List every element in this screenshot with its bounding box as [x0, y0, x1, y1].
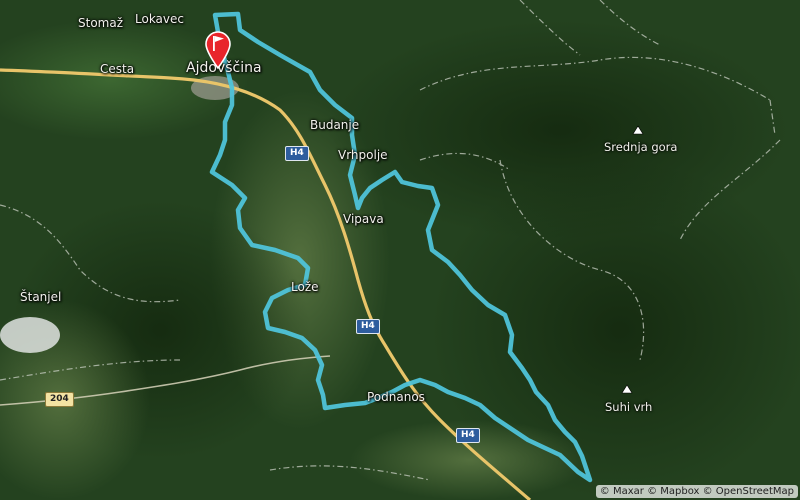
attribution-mapbox-link[interactable]: © Mapbox — [647, 486, 699, 497]
place-label-stomaz: Stomaž — [78, 16, 124, 30]
map-view[interactable]: Stomaž Lokavec Cesta Ajdovščina Budanje … — [0, 0, 800, 500]
start-flag-marker[interactable] — [203, 30, 233, 70]
place-label-vrhpolje: Vrhpolje — [338, 148, 388, 162]
cloud — [0, 317, 60, 353]
place-label-cesta: Cesta — [100, 62, 135, 76]
peak-label-suhi-vrh: Suhi vrh — [605, 400, 653, 414]
attribution-maxar-link[interactable]: © Maxar — [600, 486, 644, 497]
road-shield-h4: H4 — [285, 146, 309, 161]
place-label-podnanos: Podnanos — [367, 390, 425, 404]
place-label-loze: Lože — [291, 280, 319, 294]
place-label-budanje: Budanje — [310, 118, 360, 132]
attribution-osm-link[interactable]: © OpenStreetMap — [703, 486, 794, 497]
place-label-stanjel: Štanjel — [20, 290, 62, 304]
peak-label-srednja-gora: Srednja gora — [604, 140, 678, 154]
road-shield-204: 204 — [45, 392, 74, 407]
map-attribution: © Maxar © Mapbox © OpenStreetMap — [595, 485, 798, 498]
road-shield-h4: H4 — [356, 319, 380, 334]
place-label-vipava: Vipava — [343, 212, 384, 226]
flag-pin-icon — [205, 31, 231, 70]
place-label-lokavec: Lokavec — [135, 12, 184, 26]
road-shield-h4: H4 — [456, 428, 480, 443]
